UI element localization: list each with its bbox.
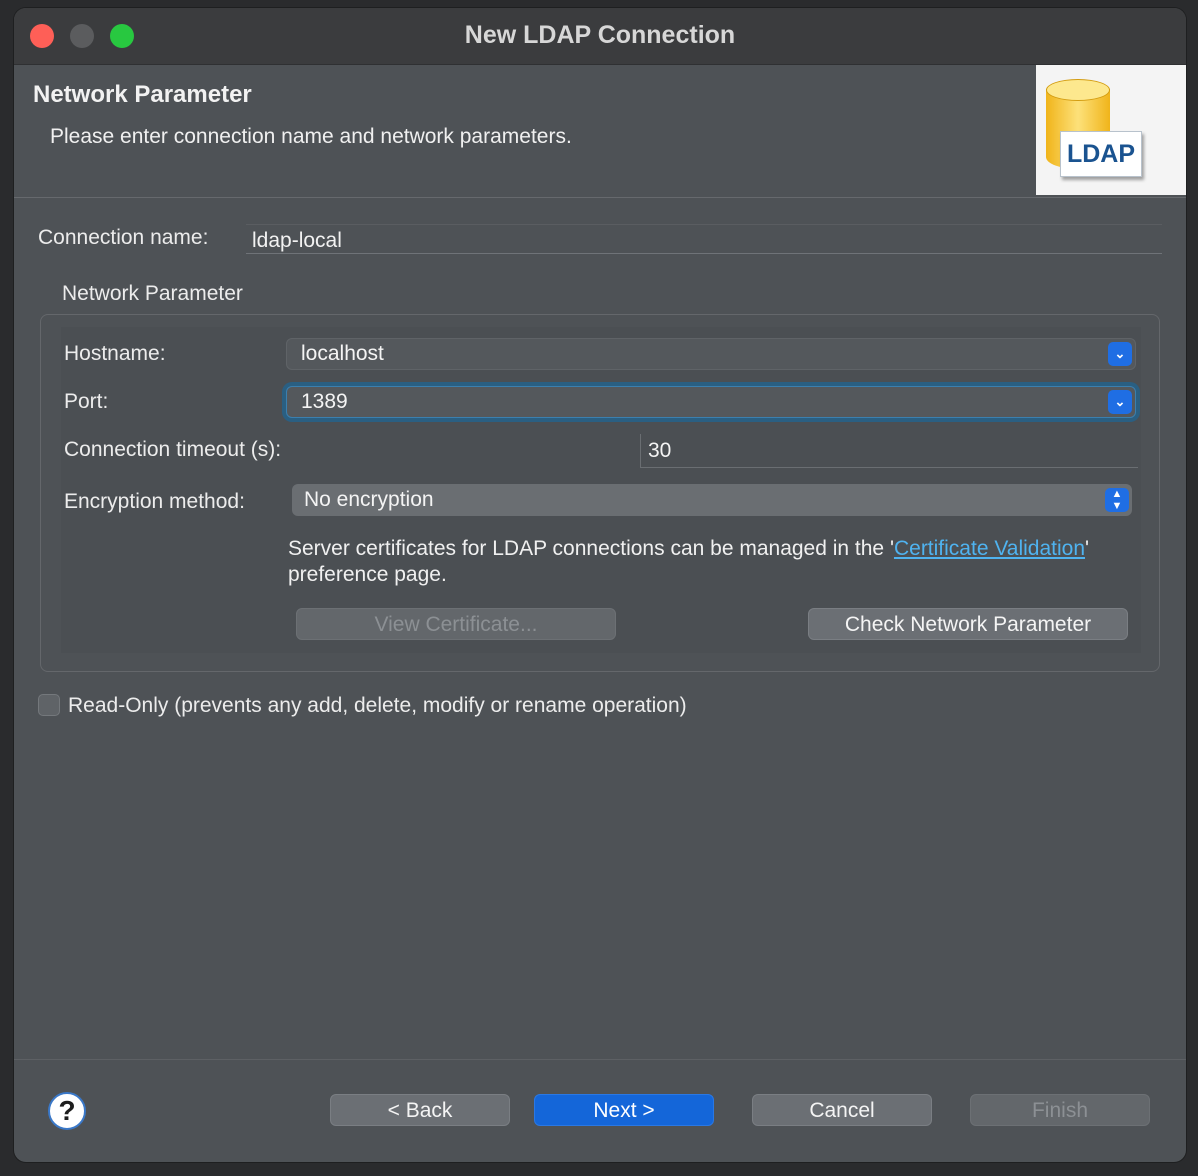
wizard-banner: Network Parameter Please enter connectio… [14, 65, 1186, 198]
check-network-parameter-button[interactable]: Check Network Parameter [808, 608, 1128, 640]
connection-timeout-label: Connection timeout (s): [64, 438, 282, 461]
new-ldap-connection-dialog: New LDAP Connection Network Parameter Pl… [14, 8, 1186, 1162]
window-title: New LDAP Connection [464, 21, 736, 49]
certificate-note-prefix: Server certificates for LDAP connections… [288, 537, 894, 560]
connection-name-label: Connection name: [38, 226, 209, 249]
port-combo[interactable]: 1389 ⌄ [286, 386, 1136, 418]
cancel-button[interactable]: Cancel [752, 1094, 932, 1126]
hostname-combo[interactable]: localhost ⌄ [286, 338, 1136, 370]
help-icon[interactable]: ? [48, 1092, 86, 1130]
title-bar: New LDAP Connection [14, 8, 1186, 65]
hostname-value: localhost [301, 342, 384, 365]
read-only-checkbox[interactable] [38, 694, 60, 716]
updown-chevron-icon[interactable]: ▲ ▼ [1105, 488, 1129, 512]
certificate-validation-link[interactable]: Certificate Validation [894, 537, 1085, 560]
connection-timeout-input[interactable]: 30 [640, 434, 1138, 468]
ldap-logo-icon: LDAP [1036, 65, 1186, 195]
port-dropdown-icon[interactable]: ⌄ [1108, 390, 1132, 414]
footer-divider [14, 1059, 1186, 1060]
certificate-note: Server certificates for LDAP connections… [288, 536, 1118, 588]
read-only-label: Read-Only (prevents any add, delete, mod… [68, 694, 687, 717]
network-parameter-group-title: Network Parameter [62, 282, 243, 305]
view-certificate-button[interactable]: View Certificate... [296, 608, 616, 640]
port-value: 1389 [301, 390, 348, 413]
hostname-dropdown-icon[interactable]: ⌄ [1108, 342, 1132, 366]
encryption-method-select[interactable]: No encryption ▲ ▼ [292, 484, 1132, 516]
encryption-method-label: Encryption method: [64, 490, 245, 513]
ldap-logo-text: LDAP [1060, 131, 1142, 177]
wizard-page-title: Network Parameter [33, 81, 252, 108]
back-button[interactable]: < Back [330, 1094, 510, 1126]
connection-name-input[interactable]: ldap-local [246, 224, 1162, 254]
port-label: Port: [64, 390, 109, 413]
encryption-method-value: No encryption [304, 488, 434, 511]
finish-button[interactable]: Finish [970, 1094, 1150, 1126]
hostname-label: Hostname: [64, 342, 166, 365]
next-button[interactable]: Next > [534, 1094, 714, 1126]
wizard-page-description: Please enter connection name and network… [50, 125, 572, 148]
